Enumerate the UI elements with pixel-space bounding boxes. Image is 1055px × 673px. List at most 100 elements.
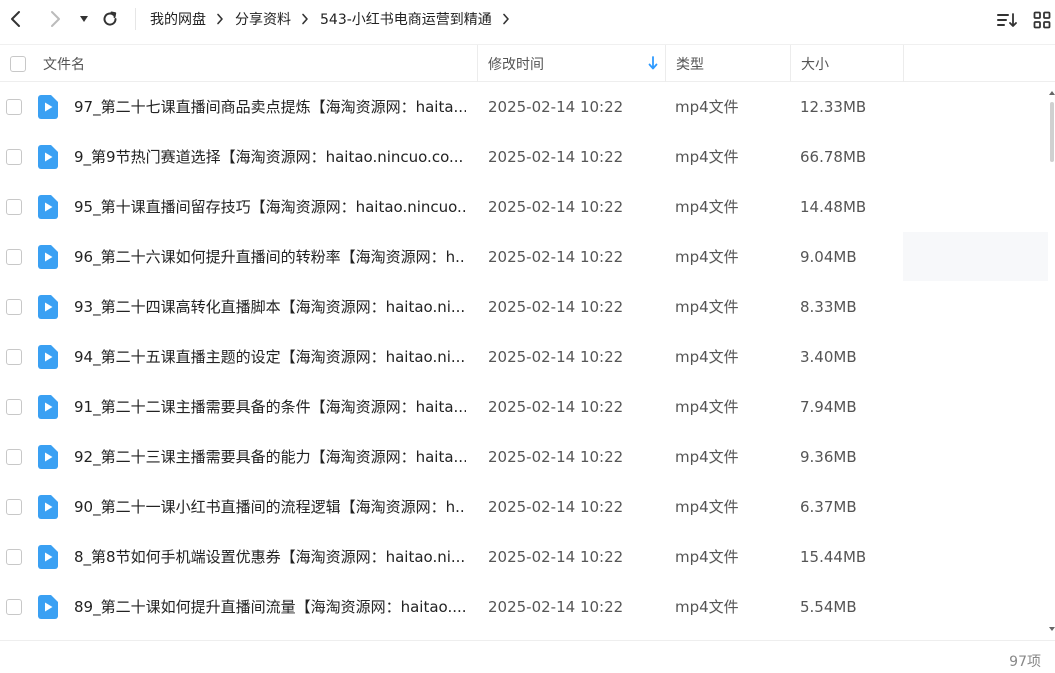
row-checkbox[interactable]: [6, 449, 22, 465]
row-checkbox[interactable]: [6, 249, 22, 265]
video-file-icon: [38, 95, 58, 119]
file-type: mp4文件: [675, 298, 739, 316]
row-checkbox[interactable]: [6, 599, 22, 615]
file-size: 14.48MB: [800, 198, 867, 216]
forward-button[interactable]: [42, 6, 68, 32]
column-divider[interactable]: [665, 45, 666, 82]
file-modified-time: 2025-02-14 10:22: [488, 598, 624, 616]
file-name[interactable]: 95_第十课直播间留存技巧【海淘资源网：haitao.nincuo...: [74, 182, 466, 232]
refresh-icon: [103, 11, 117, 26]
video-file-icon: [38, 245, 58, 269]
file-name[interactable]: 97_第二十七课直播间商品卖点提炼【海淘资源网：haita...: [74, 82, 466, 132]
sort-button[interactable]: [995, 8, 1019, 32]
file-size: 15.44MB: [800, 548, 867, 566]
file-name[interactable]: 8_第8节如何手机端设置优惠券【海淘资源网：haitao.ni...: [74, 532, 466, 582]
sort-icon: [997, 13, 1017, 27]
file-name[interactable]: 89_第二十课如何提升直播间流量【海淘资源网：haitao....: [74, 582, 466, 632]
table-row[interactable]: 92_第二十三课主播需要具备的能力【海淘资源网：haita... 2025-02-…: [0, 432, 1048, 482]
row-checkbox[interactable]: [6, 199, 22, 215]
file-modified-time: 2025-02-14 10:22: [488, 398, 624, 416]
item-count: 97项: [1009, 654, 1041, 670]
table-row[interactable]: 90_第二十一课小红书直播间的流程逻辑【海淘资源网：h... 2025-02-14…: [0, 482, 1048, 532]
row-checkbox[interactable]: [6, 99, 22, 115]
grid-view-button[interactable]: [1030, 8, 1054, 32]
select-all-checkbox[interactable]: [10, 55, 26, 72]
file-name[interactable]: 92_第二十三课主播需要具备的能力【海淘资源网：haita...: [74, 432, 466, 482]
column-header-name[interactable]: 文件名: [43, 45, 85, 82]
file-name[interactable]: 91_第二十二课主播需要具备的条件【海淘资源网：haita...: [74, 382, 466, 432]
table-row[interactable]: 9_第9节热门赛道选择【海淘资源网：haitao.nincuo.co... 202…: [0, 132, 1048, 182]
table-row[interactable]: 89_第二十课如何提升直播间流量【海淘资源网：haitao.... 2025-02…: [0, 582, 1048, 632]
file-size: 9.04MB: [800, 248, 857, 266]
video-file-icon: [38, 295, 58, 319]
file-name[interactable]: 9_第9节热门赛道选择【海淘资源网：haitao.nincuo.co...: [74, 132, 466, 182]
table-row[interactable]: 95_第十课直播间留存技巧【海淘资源网：haitao.nincuo... 2025…: [0, 182, 1048, 232]
chevron-right-icon: [216, 13, 224, 25]
table-row[interactable]: 91_第二十二课主播需要具备的条件【海淘资源网：haita... 2025-02-…: [0, 382, 1048, 432]
file-type: mp4文件: [675, 548, 739, 566]
breadcrumb-item-current-folder[interactable]: 543-小红书电商运营到精通: [320, 9, 492, 29]
select-all-cell: [10, 45, 26, 82]
vertical-scrollbar[interactable]: [1048, 82, 1055, 640]
table-row[interactable]: 94_第二十五课直播主题的设定【海淘资源网：haitao.ni... 2025-0…: [0, 332, 1048, 382]
status-bar: 97项: [0, 640, 1055, 673]
file-size: 7.94MB: [800, 398, 857, 416]
back-button[interactable]: [3, 6, 29, 32]
file-size: 6.37MB: [800, 498, 857, 516]
scrollbar-thumb[interactable]: [1050, 102, 1054, 162]
video-file-icon: [38, 545, 58, 569]
file-size: 12.33MB: [800, 98, 867, 116]
refresh-button[interactable]: [97, 6, 123, 32]
file-modified-time: 2025-02-14 10:22: [488, 98, 624, 116]
history-dropdown-button[interactable]: [71, 6, 97, 32]
file-type: mp4文件: [675, 348, 739, 366]
table-row[interactable]: 97_第二十七课直播间商品卖点提炼【海淘资源网：haita... 2025-02-…: [0, 82, 1048, 132]
breadcrumb-item-shared[interactable]: 分享资料: [235, 9, 291, 29]
file-type: mp4文件: [675, 498, 739, 516]
column-header-mtime[interactable]: 修改时间: [488, 45, 544, 82]
chevron-right-icon[interactable]: [502, 13, 510, 25]
file-type: mp4文件: [675, 598, 739, 616]
file-size: 5.54MB: [800, 598, 857, 616]
column-header-size[interactable]: 大小: [801, 45, 829, 82]
video-file-icon: [38, 395, 58, 419]
column-divider[interactable]: [790, 45, 791, 82]
chevron-right-icon: [51, 11, 60, 27]
breadcrumb-item-my-drive[interactable]: 我的网盘: [150, 9, 206, 29]
table-row[interactable]: 93_第二十四课高转化直播脚本【海淘资源网：haitao.ni... 2025-0…: [0, 282, 1048, 332]
file-modified-time: 2025-02-14 10:22: [488, 548, 624, 566]
row-checkbox[interactable]: [6, 149, 22, 165]
file-modified-time: 2025-02-14 10:22: [488, 298, 624, 316]
row-checkbox[interactable]: [6, 349, 22, 365]
file-modified-time: 2025-02-14 10:22: [488, 198, 624, 216]
chevron-right-icon: [301, 13, 309, 25]
row-checkbox[interactable]: [6, 399, 22, 415]
scroll-up-arrow-icon[interactable]: [1049, 90, 1055, 96]
table-header: 文件名 修改时间 类型 大小: [0, 44, 1055, 82]
file-modified-time: 2025-02-14 10:22: [488, 148, 624, 166]
file-list: 97_第二十七课直播间商品卖点提炼【海淘资源网：haita... 2025-02-…: [0, 82, 1048, 640]
column-divider[interactable]: [477, 45, 478, 82]
scroll-down-arrow-icon[interactable]: [1049, 626, 1055, 632]
caret-down-icon: [80, 16, 88, 22]
table-row[interactable]: 8_第8节如何手机端设置优惠券【海淘资源网：haitao.ni... 2025-0…: [0, 532, 1048, 582]
row-checkbox[interactable]: [6, 549, 22, 565]
video-file-icon: [38, 145, 58, 169]
video-file-icon: [38, 595, 58, 619]
breadcrumb: 我的网盘 分享资料 543-小红书电商运营到精通: [150, 0, 521, 38]
file-name[interactable]: 93_第二十四课高转化直播脚本【海淘资源网：haitao.ni...: [74, 282, 466, 332]
sort-descending-icon[interactable]: [648, 55, 658, 71]
file-name[interactable]: 94_第二十五课直播主题的设定【海淘资源网：haitao.ni...: [74, 332, 466, 382]
row-checkbox[interactable]: [6, 299, 22, 315]
table-row[interactable]: 96_第二十六课如何提升直播间的转粉率【海淘资源网：h... 2025-02-14…: [0, 232, 1048, 282]
video-file-icon: [38, 445, 58, 469]
row-checkbox[interactable]: [6, 499, 22, 515]
column-divider[interactable]: [903, 45, 904, 82]
file-size: 8.33MB: [800, 298, 857, 316]
file-name[interactable]: 90_第二十一课小红书直播间的流程逻辑【海淘资源网：h...: [74, 482, 466, 532]
file-name[interactable]: 96_第二十六课如何提升直播间的转粉率【海淘资源网：h...: [74, 232, 466, 282]
column-header-type[interactable]: 类型: [676, 45, 704, 82]
grid-view-icon: [1033, 11, 1051, 29]
video-file-icon: [38, 495, 58, 519]
file-type: mp4文件: [675, 98, 739, 116]
